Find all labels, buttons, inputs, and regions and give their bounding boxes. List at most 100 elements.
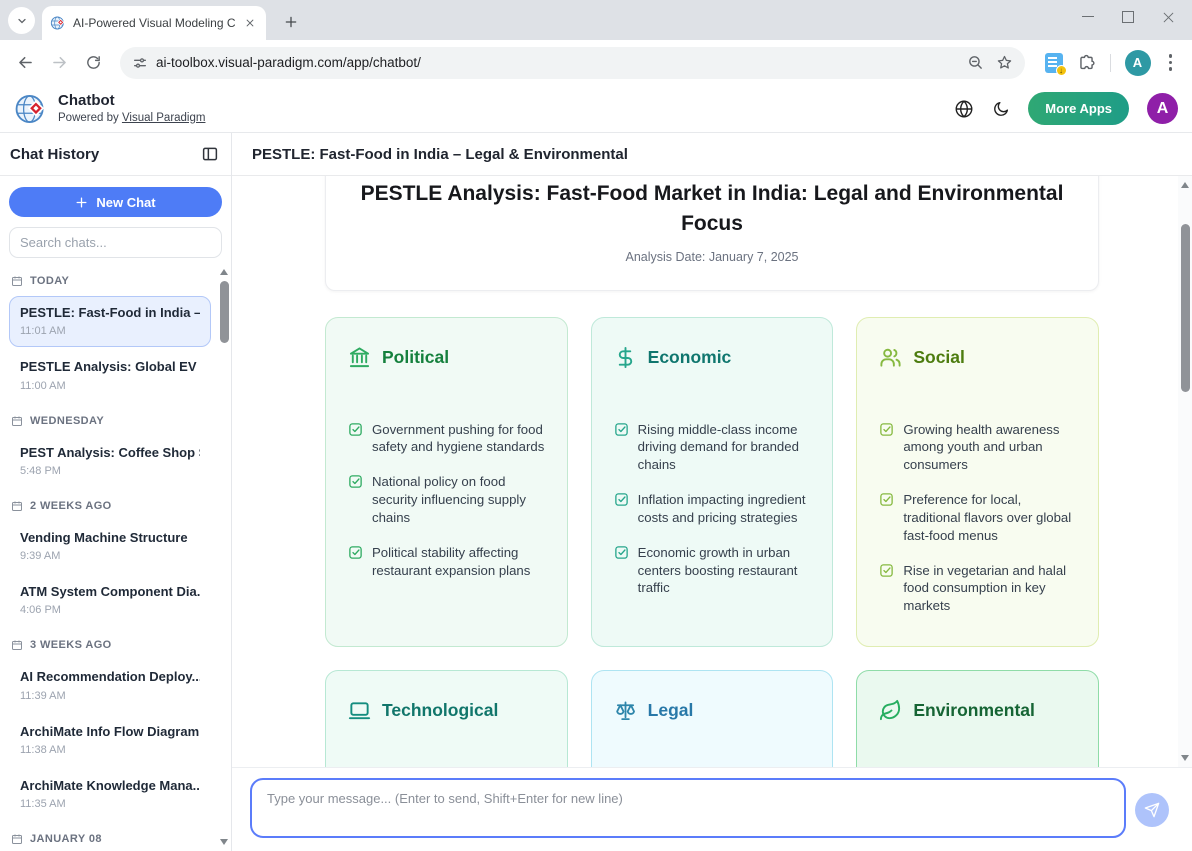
new-chat-button[interactable]: New Chat [9, 187, 222, 217]
analysis-date: Analysis Date: January 7, 2025 [360, 250, 1064, 264]
card-social: Social Growing health awareness among yo… [856, 317, 1099, 647]
calendar-icon [11, 500, 23, 512]
calendar-icon [11, 639, 23, 651]
browser-menu-icon[interactable] [1165, 50, 1177, 75]
analysis-point: Government pushing for food safety and h… [348, 421, 545, 457]
search-input[interactable] [9, 227, 222, 258]
users-icon [879, 346, 902, 369]
conversation-title: PESTLE: Fast-Food in India – Legal & Env… [252, 146, 628, 163]
bookmark-star-icon[interactable] [996, 54, 1013, 71]
leaf-icon [879, 699, 902, 722]
reload-button[interactable] [78, 48, 108, 78]
check-square-icon [348, 422, 363, 437]
toolbar-right-icons: ↓ A [1035, 50, 1183, 76]
analysis-point: Rising middle-class income driving deman… [614, 421, 811, 474]
chat-item[interactable]: Vending Machine Structure 9:39 AM [9, 521, 211, 572]
chat-history-title: Chat History [10, 146, 99, 163]
main-scrollbar-thumb[interactable] [1181, 224, 1190, 392]
calendar-icon [11, 833, 23, 845]
browser-tab[interactable]: AI-Powered Visual Modeling Ch [42, 6, 266, 40]
check-square-icon [879, 422, 894, 437]
more-apps-button[interactable]: More Apps [1028, 92, 1129, 125]
tab-search-button[interactable] [8, 7, 35, 34]
card-environmental: Environmental [856, 670, 1099, 767]
chat-item-selected[interactable]: PESTLE: Fast-Food in India – ... 11:01 A… [9, 296, 211, 347]
browser-toolbar: ai-toolbox.visual-paradigm.com/app/chatb… [0, 40, 1192, 85]
site-settings-icon[interactable] [132, 55, 148, 71]
chat-scroll-area: PESTLE Analysis: Fast-Food Market in Ind… [232, 176, 1192, 767]
sidebar-scrollbar-thumb[interactable] [220, 281, 229, 343]
sidebar-scrollbar [217, 263, 231, 851]
scroll-up-arrow[interactable] [1178, 178, 1192, 192]
check-square-icon [879, 492, 894, 507]
language-globe-icon[interactable] [954, 99, 974, 119]
visual-paradigm-link[interactable]: Visual Paradigm [122, 112, 206, 124]
calendar-icon [11, 415, 23, 427]
pestle-cards-grid: Political Government pushing for food sa… [325, 317, 1099, 767]
section-label: WEDNESDAY [11, 415, 209, 427]
collapse-sidebar-icon[interactable] [201, 145, 219, 163]
analysis-point: Preference for local, traditional flavor… [879, 491, 1076, 544]
visual-paradigm-logo [14, 92, 48, 126]
section-label: TODAY [11, 275, 209, 287]
chat-item[interactable]: ATM System Component Dia... 4:06 PM [9, 575, 211, 626]
extensions-icon[interactable] [1077, 53, 1096, 72]
dollar-icon [614, 346, 637, 369]
back-button[interactable] [10, 48, 40, 78]
check-square-icon [614, 492, 629, 507]
scroll-up-arrow[interactable] [217, 265, 231, 279]
analysis-point: Rise in vegetarian and halal food consum… [879, 562, 1076, 615]
check-square-icon [348, 545, 363, 560]
main-scrollbar [1178, 176, 1192, 767]
card-technological: Technological [325, 670, 568, 767]
section-label: 3 WEEKS AGO [11, 639, 209, 651]
tab-close-icon[interactable] [242, 15, 258, 31]
chat-item[interactable]: PESTLE Analysis: Global EV In... 11:00 A… [9, 350, 211, 401]
new-tab-button[interactable] [278, 9, 304, 35]
brand: Chatbot Powered by Visual Paradigm [14, 92, 205, 126]
zoom-out-icon[interactable] [967, 54, 984, 71]
tab-title: AI-Powered Visual Modeling Ch [73, 16, 235, 30]
calendar-icon [11, 275, 23, 287]
window-minimize-button[interactable] [1082, 11, 1094, 23]
chat-item[interactable]: ArchiMate Knowledge Mana... 11:35 AM [9, 769, 211, 820]
docs-offline-icon[interactable]: ↓ [1045, 53, 1063, 73]
chat-list: TODAY PESTLE: Fast-Food in India – ... 1… [0, 258, 231, 851]
scroll-down-arrow[interactable] [1178, 751, 1192, 765]
chat-item[interactable]: ArchiMate Info Flow Diagram 11:38 AM [9, 715, 211, 766]
analysis-title: PESTLE Analysis: Fast-Food Market in Ind… [360, 179, 1064, 239]
card-political: Political Government pushing for food sa… [325, 317, 568, 647]
send-button[interactable] [1135, 793, 1169, 827]
message-input[interactable] [250, 778, 1126, 838]
dark-mode-moon-icon[interactable] [992, 100, 1010, 118]
visual-paradigm-favicon [50, 15, 66, 31]
app-subtitle: Powered by Visual Paradigm [58, 112, 205, 124]
scroll-down-arrow[interactable] [217, 835, 231, 849]
scale-icon [614, 699, 637, 722]
check-square-icon [879, 563, 894, 578]
browser-tab-strip: AI-Powered Visual Modeling Ch [0, 0, 1192, 40]
landmark-icon [348, 346, 371, 369]
card-legal: Legal [591, 670, 834, 767]
sidebar: Chat History New Chat TODAY PESTLE: Fast… [0, 133, 232, 851]
composer [232, 767, 1192, 851]
url-text: ai-toolbox.visual-paradigm.com/app/chatb… [156, 55, 421, 70]
app-title: Chatbot [58, 93, 205, 110]
analysis-point: Political stability affecting restaurant… [348, 544, 545, 580]
window-close-button[interactable] [1162, 11, 1174, 23]
check-square-icon [614, 422, 629, 437]
check-square-icon [614, 545, 629, 560]
window-controls [1082, 0, 1184, 34]
chat-item[interactable]: PEST Analysis: Coffee Shop S... 5:48 PM [9, 436, 211, 487]
send-icon [1144, 802, 1160, 818]
chat-item[interactable]: AI Recommendation Deploy... 11:39 AM [9, 660, 211, 711]
app-user-avatar[interactable]: A [1147, 93, 1178, 124]
browser-profile-avatar[interactable]: A [1125, 50, 1151, 76]
forward-button[interactable] [44, 48, 74, 78]
window-maximize-button[interactable] [1122, 11, 1134, 23]
plus-icon [75, 196, 88, 209]
address-bar[interactable]: ai-toolbox.visual-paradigm.com/app/chatb… [120, 47, 1025, 79]
main-panel: PESTLE: Fast-Food in India – Legal & Env… [232, 133, 1192, 851]
analysis-point: National policy on food security influen… [348, 473, 545, 526]
card-economic: Economic Rising middle-class income driv… [591, 317, 834, 647]
